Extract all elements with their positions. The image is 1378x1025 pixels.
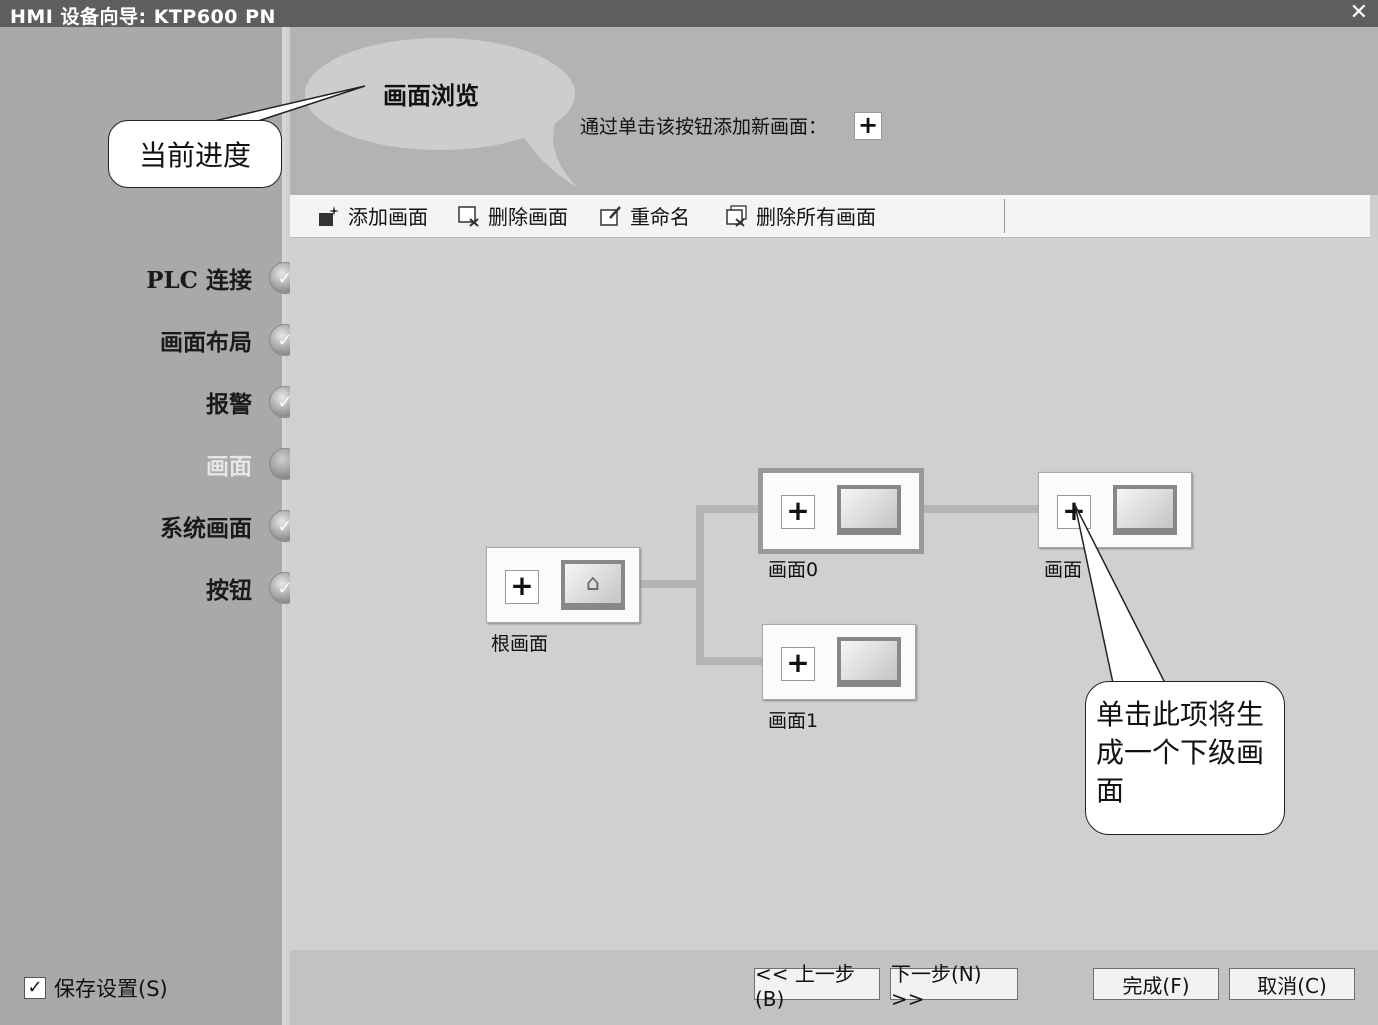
next-button[interactable]: 下一步(N) >> [890, 962, 1018, 1011]
finish-button[interactable]: 完成(F) [1093, 968, 1219, 1000]
current-progress-callout: 当前进度 [108, 120, 282, 188]
cancel-button[interactable]: 取消(C) [1229, 968, 1355, 1000]
back-button[interactable]: << 上一步(B) [754, 962, 880, 1011]
generate-subscreen-callout: 单击此项将生成一个下级画面 [1085, 681, 1285, 835]
